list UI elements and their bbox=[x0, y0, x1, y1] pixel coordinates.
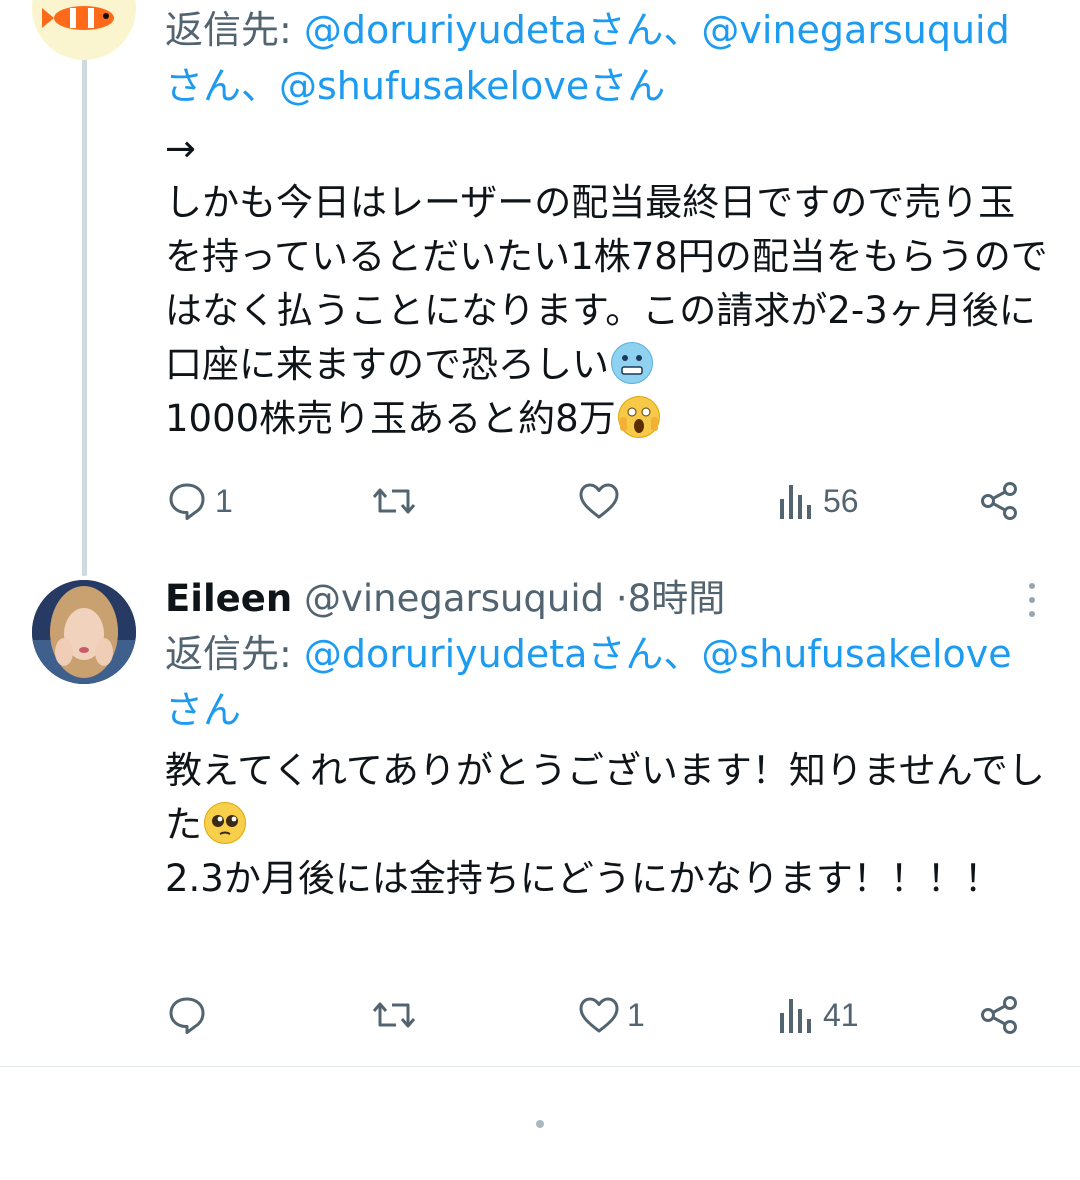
share-button[interactable] bbox=[978, 990, 1022, 1040]
tweet-content: 返信先: @doruriyudetaさん、@vinegarsuquid さん、@… bbox=[165, 2, 1048, 446]
mention-link[interactable]: さん bbox=[165, 688, 241, 732]
display-name[interactable]: Eileen bbox=[165, 577, 292, 620]
tweet-actions: 1 56 bbox=[165, 476, 1048, 526]
reply-button[interactable] bbox=[165, 990, 215, 1040]
tweet-text-tail: 1000株売り玉あると約8万 bbox=[165, 397, 616, 440]
tweet-text-arrow: → bbox=[165, 127, 197, 170]
share-icon bbox=[981, 996, 1017, 1034]
mention-link[interactable]: @vinegarsuquid bbox=[701, 8, 1009, 52]
retweet-icon bbox=[372, 1002, 416, 1028]
separator-dot: · bbox=[615, 577, 628, 620]
tweet-text-body: 教えてくれてありがとうございます！知りませんでした bbox=[165, 749, 1045, 846]
loading-indicator bbox=[536, 1120, 544, 1128]
reply-button[interactable]: 1 bbox=[165, 476, 233, 526]
tweet-text-body-2: 2.3か月後には金持ちにどうにかなります！！！！ bbox=[165, 857, 1001, 900]
bar-chart-icon bbox=[780, 485, 811, 519]
tweet-text: 教えてくれてありがとうございます！知りませんでした 2.3か月後には金持ちにどう… bbox=[165, 744, 1048, 906]
reply-to-line: 返信先: @doruriyudetaさん、@vinegarsuquid さん、@… bbox=[165, 2, 1048, 114]
retweet-button[interactable] bbox=[370, 476, 424, 526]
share-button[interactable] bbox=[978, 476, 1022, 526]
mention-link[interactable]: さん、@shufusakeloveさん bbox=[165, 64, 665, 108]
tweet-actions: 1 41 bbox=[165, 990, 1048, 1040]
user-photo-avatar-icon bbox=[32, 580, 136, 684]
reply-icon bbox=[169, 997, 205, 1034]
user-handle[interactable]: @vinegarsuquid bbox=[304, 577, 604, 620]
screaming-face-emoji-icon bbox=[617, 396, 660, 438]
mention-link[interactable]: @doruriyudetaさん、@shufusakelove bbox=[304, 632, 1012, 676]
retweet-icon bbox=[372, 488, 416, 514]
share-icon bbox=[981, 482, 1017, 520]
views-button[interactable]: 41 bbox=[777, 990, 859, 1040]
reply-to-label: 返信先: bbox=[165, 632, 304, 676]
tweet-content: Eileen @vinegarsuquid ·8時間 返信先: @doruriy… bbox=[165, 572, 1048, 906]
timestamp[interactable]: 8時間 bbox=[628, 577, 726, 620]
avatar[interactable] bbox=[32, 580, 136, 684]
views-button[interactable]: 56 bbox=[777, 476, 859, 526]
avatar[interactable] bbox=[32, 0, 136, 60]
more-options-icon[interactable] bbox=[1026, 580, 1038, 620]
cold-face-emoji-icon bbox=[611, 342, 653, 384]
views-count: 41 bbox=[823, 996, 859, 1033]
heart-icon bbox=[579, 997, 619, 1033]
retweet-button[interactable] bbox=[370, 990, 424, 1040]
heart-icon bbox=[579, 483, 619, 519]
like-count: 1 bbox=[627, 996, 645, 1033]
like-button[interactable]: 1 bbox=[577, 990, 645, 1040]
reply-to-label: 返信先: bbox=[165, 8, 304, 52]
mention-link[interactable]: @doruriyudetaさん、 bbox=[304, 8, 702, 52]
tweet-text-body: しかも今日はレーザーの配当最終日ですので売り玉を持っているとだいたい1株78円の… bbox=[165, 181, 1048, 386]
bar-chart-icon bbox=[780, 999, 811, 1033]
tweet[interactable]: 返信先: @doruriyudetaさん、@vinegarsuquid さん、@… bbox=[0, 0, 1080, 560]
clownfish-avatar-icon bbox=[42, 6, 114, 30]
reply-count: 1 bbox=[215, 482, 233, 519]
views-count: 56 bbox=[823, 482, 859, 519]
tweet[interactable]: Eileen @vinegarsuquid ·8時間 返信先: @doruriy… bbox=[0, 572, 1080, 1067]
tweet-header: Eileen @vinegarsuquid ·8時間 bbox=[165, 572, 1048, 626]
reply-to-line: 返信先: @doruriyudetaさん、@shufusakelove さん bbox=[165, 626, 1048, 738]
like-button[interactable] bbox=[577, 476, 627, 526]
tweet-text: → しかも今日はレーザーの配当最終日ですので売り玉を持っているとだいたい1株78… bbox=[165, 122, 1048, 446]
pleading-face-emoji-icon bbox=[204, 802, 246, 844]
reply-icon bbox=[169, 483, 205, 520]
